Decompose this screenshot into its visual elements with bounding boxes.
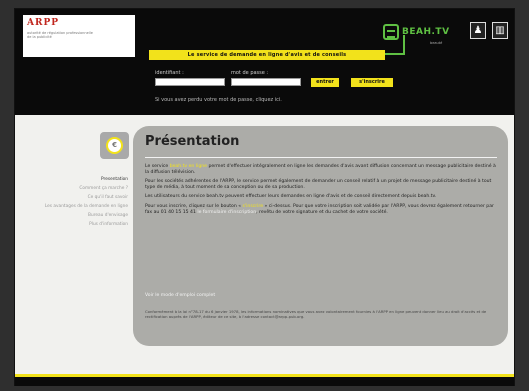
service-link[interactable]: beah.tv en ligne — [170, 164, 207, 169]
identifier-label: identifiant : — [155, 70, 184, 76]
page-title: Présentation — [145, 134, 240, 149]
password-label: mot de passe : — [231, 70, 269, 76]
brand-sub: beauté — [430, 41, 443, 45]
user-guide-link[interactable]: Voir le mode d'emploi complet — [145, 293, 215, 298]
header: ARPP autorité de régulation professionne… — [15, 9, 514, 115]
register-text-a: Pour vous inscrire, cliquez sur le bouto… — [145, 203, 243, 209]
register-button[interactable]: s'inscrire — [351, 78, 393, 87]
sidebar-item-how-it-works[interactable]: Comment ça marche ? — [25, 186, 128, 192]
forgot-password-link[interactable]: Si vous avez perdu votre mot de passe, c… — [155, 97, 282, 103]
legal-notice: Conformément à la loi n°78-17 du 6 janvi… — [145, 309, 487, 319]
page-frame: ARPP autorité de régulation professionne… — [14, 8, 515, 386]
logo-title: ARPP — [27, 18, 59, 28]
sidebar-item-advantages[interactable]: Les avantages de la demande en ligne — [25, 204, 128, 210]
tagline-connector — [385, 53, 403, 55]
content-panel: Présentation Le service beah.tv en ligne… — [133, 126, 508, 346]
identifier-input[interactable] — [155, 78, 225, 86]
logo-subtitle: autorité de régulation professionnelle d… — [27, 31, 93, 40]
intro-text-a: Le service — [145, 164, 170, 169]
register-text-c: , revêtu de votre signature et du cachet… — [256, 209, 388, 215]
paragraph-users: Les utilisateurs du service beah.tv peuv… — [145, 194, 437, 200]
paragraph-members: Pour les sociétés adhérentes de l'ARPP, … — [145, 179, 492, 190]
sidebar-item-presentation[interactable]: Presentation — [25, 177, 128, 183]
footer-bar — [15, 377, 514, 386]
sidebar-menu: Presentation Comment ça marche ? Ce qu'i… — [25, 177, 128, 231]
sidebar-item-more-info[interactable]: Plus d'information — [25, 222, 128, 228]
presentation-tab-icon: € — [100, 132, 129, 159]
paragraph-intro: Le service beah.tv en ligne permet d'eff… — [145, 164, 497, 175]
login-arrow-icon — [383, 24, 399, 40]
tagline-connector-vertical — [403, 35, 405, 55]
brand-name: BEAH.TV — [402, 27, 450, 37]
info-icon: € — [106, 137, 123, 154]
brand-icons: ♟ ▥ — [470, 22, 508, 39]
building-icon: ▥ — [492, 22, 508, 39]
password-input[interactable] — [231, 78, 301, 86]
brand-logo[interactable]: BEAH.TV — [383, 21, 450, 43]
paragraph-register: Pour vous inscrire, cliquez sur le bouto… — [145, 204, 497, 215]
title-divider — [145, 157, 497, 158]
enter-button[interactable]: entrer — [311, 78, 339, 87]
register-inline-link[interactable]: s'inscrire — [243, 204, 264, 209]
panel-body: Le service beah.tv en ligne permet d'eff… — [145, 164, 497, 219]
arpp-logo[interactable]: ARPP autorité de régulation professionne… — [23, 15, 135, 57]
sidebar-item-what-to-know[interactable]: Ce qu'il faut savoir — [25, 195, 128, 201]
form-link[interactable]: le formulaire d'inscription — [197, 210, 256, 215]
figure-icon: ♟ — [470, 22, 486, 39]
sidebar-item-bureau[interactable]: Bureau d'envisage — [25, 213, 128, 219]
tagline: Le service de demande en ligne d'avis et… — [149, 50, 385, 60]
